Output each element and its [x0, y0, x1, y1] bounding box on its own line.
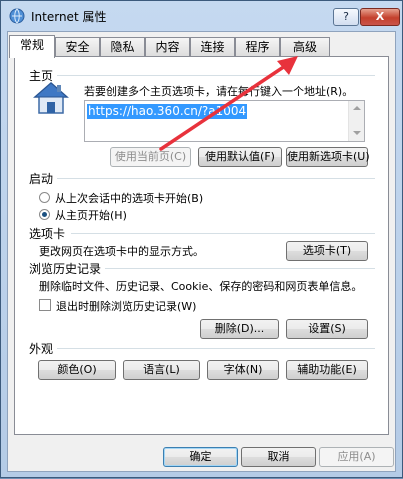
tabs-description: 更改网页在选项卡中的显示方式。: [39, 245, 204, 258]
close-button[interactable]: X: [360, 8, 400, 26]
history-description: 删除临时文件、历史记录、Cookie、保存的密码和网页表单信息。: [39, 280, 363, 293]
homepage-address-input[interactable]: https://hao.360.cn/?a1004: [84, 100, 365, 142]
window-title: Internet 属性: [31, 10, 107, 24]
scroll-down-icon[interactable]: [353, 131, 361, 135]
startup-last-session-label[interactable]: 从上次会话中的选项卡开始(B): [55, 190, 203, 206]
delete-on-exit-label[interactable]: 退出时删除浏览历史记录(W): [56, 298, 196, 314]
homepage-scrollbar[interactable]: [348, 101, 364, 141]
tabs-divider: [71, 233, 375, 234]
startup-homepage-radio[interactable]: [39, 209, 50, 220]
tabs-section-label: 选项卡: [29, 227, 66, 241]
history-section-label: 浏览历史记录: [29, 262, 102, 276]
help-button[interactable]: ?: [333, 8, 359, 26]
delete-history-button[interactable]: 删除(D)...: [200, 319, 279, 339]
cancel-button[interactable]: 取消: [241, 447, 316, 467]
tab-content[interactable]: 内容: [145, 37, 190, 57]
tabs-settings-button[interactable]: 选项卡(T): [286, 241, 368, 261]
accessibility-button[interactable]: 辅助功能(E): [286, 360, 368, 380]
use-default-button[interactable]: 使用默认值(F): [198, 147, 282, 167]
use-current-button[interactable]: 使用当前页(C): [110, 147, 191, 167]
history-divider: [105, 268, 375, 269]
tab-privacy[interactable]: 隐私: [100, 37, 145, 57]
appearance-section-label: 外观: [29, 342, 54, 356]
colors-button[interactable]: 颜色(O): [38, 360, 116, 380]
title-bar[interactable]: Internet 属性 ? X: [1, 1, 402, 29]
fonts-button[interactable]: 字体(N): [207, 360, 279, 380]
startup-last-session-radio[interactable]: [39, 192, 50, 203]
languages-button[interactable]: 语言(L): [123, 360, 200, 380]
internet-options-icon: [9, 8, 25, 24]
use-new-tab-button[interactable]: 使用新选项卡(U): [286, 147, 370, 167]
tab-advanced[interactable]: 高级: [280, 37, 330, 57]
house-icon: [33, 82, 69, 114]
apply-button[interactable]: 应用(A): [319, 447, 394, 467]
homepage-description: 若要创建多个主页选项卡，请在每行键入一个地址(R)。: [84, 85, 354, 98]
tab-connections[interactable]: 连接: [190, 37, 235, 57]
appearance-divider: [57, 348, 375, 349]
internet-properties-dialog: Internet 属性 ? X 常规 安全 隐私 内容 连接 程序 高级 主页 …: [0, 0, 403, 478]
startup-divider: [57, 178, 375, 179]
tab-programs[interactable]: 程序: [235, 37, 280, 57]
homepage-divider: [57, 75, 375, 76]
history-settings-button[interactable]: 设置(S): [286, 319, 368, 339]
homepage-url: https://hao.360.cn/?a1004: [87, 104, 248, 119]
tab-general[interactable]: 常规: [9, 35, 55, 58]
startup-section-label: 启动: [29, 172, 54, 186]
delete-on-exit-checkbox[interactable]: [39, 299, 51, 311]
tab-security[interactable]: 安全: [55, 37, 100, 57]
ok-button[interactable]: 确定: [163, 447, 238, 467]
scroll-up-icon[interactable]: [353, 106, 361, 110]
startup-homepage-label[interactable]: 从主页开始(H): [55, 207, 127, 223]
